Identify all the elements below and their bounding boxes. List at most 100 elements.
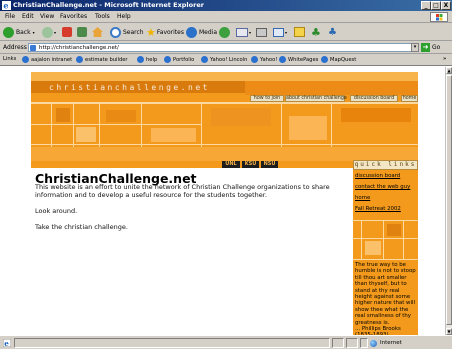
banner-block	[106, 110, 136, 122]
link-label: Portfolio	[173, 56, 195, 63]
research-button[interactable]: ♣	[328, 25, 337, 39]
link-help[interactable]: help	[137, 56, 157, 63]
ql-contact-web-guy[interactable]: contact the web guy	[355, 184, 410, 190]
link-yahoo[interactable]: Yahoo!	[251, 56, 277, 63]
site-logo[interactable]: christianchallenge.net	[49, 83, 210, 92]
scroll-thumb[interactable]	[446, 75, 452, 325]
menu-favorites[interactable]: Favorites	[60, 13, 87, 20]
history-button[interactable]	[219, 25, 230, 39]
refresh-button[interactable]	[77, 25, 87, 39]
banner-block	[211, 108, 271, 126]
ie-page-icon	[321, 56, 328, 63]
link-whitepages[interactable]: WhitePages	[279, 56, 318, 63]
nav-ksu[interactable]: KSU	[242, 161, 259, 168]
forward-button[interactable]: ▾	[42, 25, 56, 39]
link-label: estimate builder	[85, 56, 128, 63]
star-icon: ★	[146, 25, 156, 39]
menu-file[interactable]: File	[5, 13, 15, 20]
minimize-button[interactable]: _	[421, 1, 431, 10]
quick-links-sidebar: quick links discussion board contact the…	[353, 160, 418, 335]
svg-text:e: e	[4, 339, 9, 347]
sidebar-line	[383, 221, 384, 259]
banner-line	[31, 124, 201, 125]
ie-page-icon	[76, 56, 83, 63]
ql-fall-retreat[interactable]: Fall Retreat 2002	[355, 206, 401, 212]
link-aajalon-intranet[interactable]: aajalon intranet	[22, 56, 72, 63]
favorites-label: Favorites	[156, 28, 184, 36]
nav-how-to-join[interactable]: how to join	[250, 95, 284, 102]
address-bar: Address http://christianchallenge.net/ ▾…	[0, 41, 452, 54]
ql-home[interactable]: home	[355, 195, 370, 201]
search-label: Search	[123, 28, 144, 36]
history-icon	[219, 26, 230, 38]
go-button[interactable]: ➜ Go	[421, 43, 451, 52]
link-portfolio[interactable]: Portfolio	[164, 56, 194, 63]
banner-block	[341, 108, 411, 122]
link-label: aajalon intranet	[31, 56, 73, 63]
research-icon: ♣	[328, 26, 337, 38]
look-around-text: Look around.	[35, 207, 78, 215]
close-button[interactable]: X	[441, 1, 451, 10]
maximize-button[interactable]: □	[431, 1, 441, 10]
ie-page-icon	[137, 56, 144, 63]
link-label: MapQuest	[330, 56, 357, 63]
challenge-text: Take the christian challenge.	[35, 223, 128, 231]
go-label: Go	[432, 44, 441, 51]
forward-arrow-icon	[42, 26, 53, 38]
nav-home[interactable]: home	[401, 95, 418, 102]
link-mapquest[interactable]: MapQuest	[321, 56, 356, 63]
scroll-up-button[interactable]: ▲	[446, 67, 452, 74]
menu-help[interactable]: Help	[117, 13, 131, 20]
media-icon	[186, 26, 197, 38]
search-button[interactable]: Search	[110, 25, 144, 39]
ql-discussion-board[interactable]: discussion board	[355, 173, 400, 179]
link-estimate-builder[interactable]: estimate builder	[76, 56, 128, 63]
media-button[interactable]: Media	[186, 25, 217, 39]
back-arrow-icon	[3, 26, 14, 38]
zone-label: Internet	[380, 340, 402, 346]
sidebar-line	[361, 221, 362, 259]
menu-edit[interactable]: Edit	[22, 13, 34, 20]
status-panel	[360, 338, 368, 348]
ie-page-icon	[279, 56, 286, 63]
nav-discussion-board[interactable]: discussion board	[350, 95, 398, 102]
menu-view[interactable]: View	[40, 13, 54, 20]
nav-nsu[interactable]: NSU	[261, 161, 278, 168]
status-bar: e Internet	[0, 335, 452, 349]
menu-tools[interactable]: Tools	[95, 13, 110, 20]
vertical-scrollbar[interactable]: ▲ ▼	[445, 67, 452, 335]
address-input[interactable]: http://christianchallenge.net/	[28, 43, 419, 52]
stop-button[interactable]	[62, 25, 72, 39]
address-dropdown-button[interactable]: ▾	[411, 43, 419, 52]
print-button[interactable]	[256, 25, 267, 39]
chevron-down-icon: ▾	[249, 29, 252, 35]
sidebar-line	[353, 238, 418, 239]
banner-block	[151, 128, 196, 142]
back-label: Back	[16, 28, 31, 36]
favorites-button[interactable]: ★ Favorites	[146, 25, 184, 39]
back-button[interactable]: Back ▾	[3, 25, 35, 39]
link-label: Yahoo!	[260, 56, 278, 63]
home-button[interactable]	[92, 25, 103, 39]
scroll-down-button[interactable]: ▼	[446, 328, 452, 335]
edit-button[interactable]: ▾	[273, 25, 287, 39]
print-icon	[256, 27, 267, 37]
link-yahoo-lincoln[interactable]: Yahoo! Lincoln	[201, 56, 247, 63]
banner-block	[76, 127, 96, 142]
messenger-button[interactable]: ♣	[311, 25, 321, 39]
standard-toolbar: Back ▾ ▾ Search ★ Favorites Media ▾ ▾ ♣ …	[0, 23, 452, 41]
media-label: Media	[199, 28, 218, 36]
banner-block	[31, 72, 418, 81]
links-overflow-chevron-icon[interactable]: »	[443, 56, 446, 62]
banner-line	[31, 144, 418, 145]
window-title: ChristianChallenge.net - Microsoft Inter…	[13, 1, 204, 9]
messenger-icon: ♣	[311, 25, 321, 39]
chevron-down-icon: ▾	[285, 29, 288, 35]
discuss-button[interactable]	[294, 25, 305, 39]
menu-bar: File Edit View Favorites Tools Help	[0, 11, 452, 23]
nav-about[interactable]: about christian challenge	[285, 95, 347, 102]
nav-unl[interactable]: UNL	[222, 161, 240, 168]
search-icon	[110, 26, 121, 38]
globe-icon	[370, 339, 377, 347]
mail-button[interactable]: ▾	[236, 25, 251, 39]
